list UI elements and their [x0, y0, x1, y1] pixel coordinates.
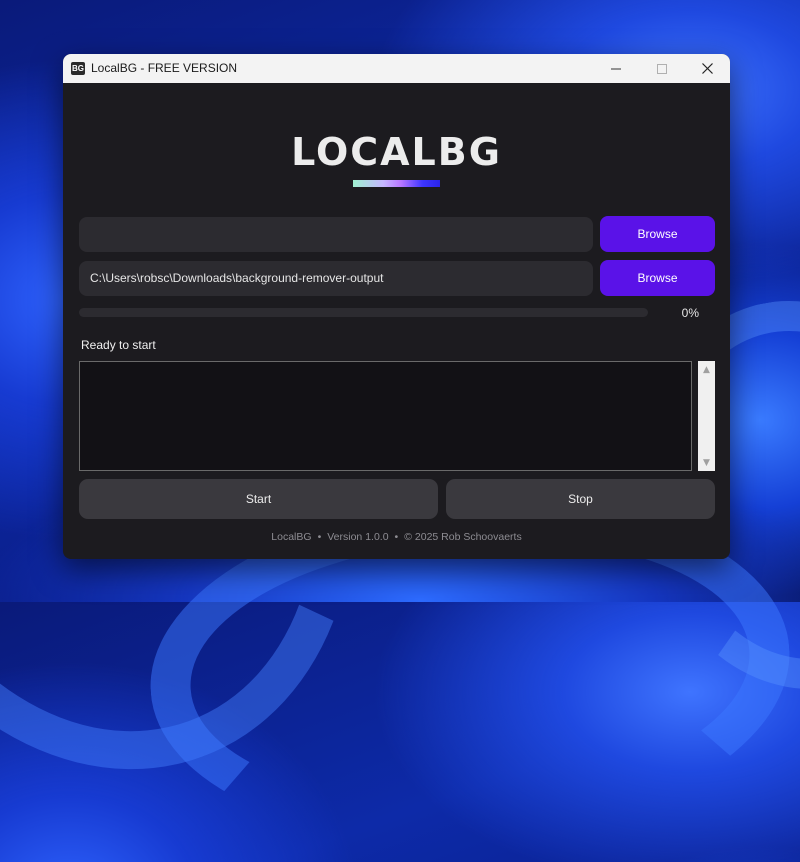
- maximize-icon: [657, 63, 667, 74]
- minimize-icon: [611, 68, 621, 69]
- footer-separator: •: [394, 531, 399, 543]
- app-window: BG LocalBG - FREE VERSION LOCALBG Browse…: [63, 54, 730, 559]
- start-button[interactable]: Start: [79, 479, 438, 519]
- stop-button[interactable]: Stop: [446, 479, 715, 519]
- scroll-thumb[interactable]: [701, 378, 712, 454]
- progress-percent: 0%: [681, 306, 699, 320]
- title-bar[interactable]: BG LocalBG - FREE VERSION: [63, 54, 730, 83]
- log-output-area[interactable]: [79, 361, 692, 471]
- logo-gradient-bar: [353, 180, 440, 187]
- maximize-button[interactable]: [639, 54, 685, 83]
- window-title: LocalBG - FREE VERSION: [91, 61, 238, 75]
- input-path-field[interactable]: [79, 217, 593, 252]
- scroll-up-arrow-icon[interactable]: ▲: [698, 361, 715, 378]
- progress-bar: [79, 308, 648, 317]
- footer-version: Version 1.0.0: [327, 531, 389, 543]
- close-button[interactable]: [684, 54, 730, 83]
- browse-output-button[interactable]: Browse: [600, 260, 715, 296]
- output-path-field[interactable]: C:\Users\robsc\Downloads\background-remo…: [79, 261, 593, 296]
- footer-copyright: © 2025 Rob Schoovaerts: [404, 531, 522, 543]
- scroll-down-arrow-icon[interactable]: ▼: [698, 454, 715, 471]
- app-logo: LOCALBG: [291, 130, 502, 174]
- footer-separator: •: [317, 531, 322, 543]
- footer: LocalBG • Version 1.0.0 • © 2025 Rob Schoova…: [63, 531, 730, 543]
- close-icon: [701, 63, 713, 74]
- status-text: Ready to start: [81, 338, 156, 352]
- browse-input-button[interactable]: Browse: [600, 216, 715, 252]
- log-scrollbar[interactable]: ▲ ▼: [698, 361, 715, 471]
- footer-app-name: LocalBG: [271, 531, 312, 543]
- minimize-button[interactable]: [593, 54, 639, 83]
- app-logo-icon: BG: [71, 62, 85, 75]
